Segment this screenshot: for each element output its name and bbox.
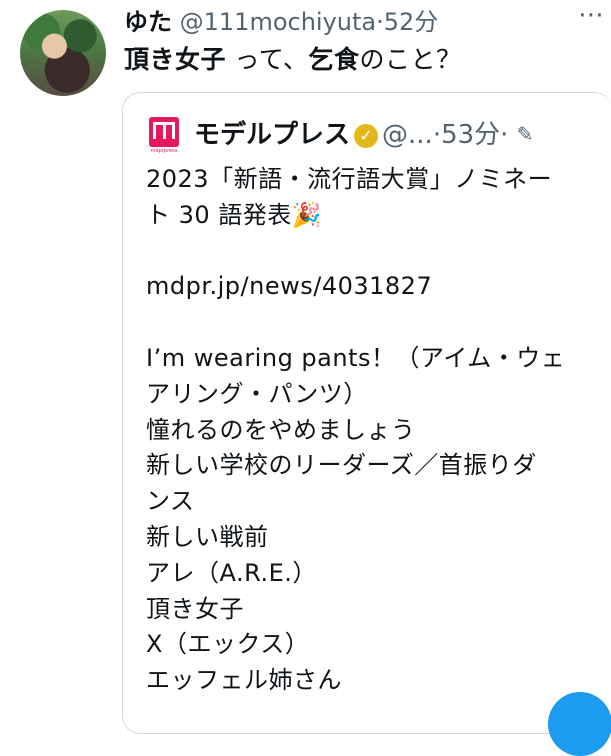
- display-name[interactable]: ゆた: [124, 8, 172, 36]
- separator-dot: ·: [500, 120, 509, 150]
- quoted-text-line: 2023「新語・流行語大賞」ノミネー: [146, 165, 553, 193]
- compose-tweet-button[interactable]: [548, 692, 611, 756]
- quoted-text-line: X（エックス）: [146, 630, 310, 659]
- quoted-text-line: ト 30 語発表🎉: [146, 200, 323, 229]
- quoted-text-line: [146, 305, 606, 341]
- logo-caption: mdprpress: [150, 148, 178, 154]
- user-avatar[interactable]: [20, 10, 106, 96]
- quoted-text-line: 新しい学校のリーダーズ／首振りダ: [146, 451, 537, 480]
- tweet-text: 頂き女子 って、乞食のこと？: [124, 40, 462, 76]
- quoted-text-line: アリング・パンツ）: [146, 379, 368, 408]
- quoted-text-line: アレ（A.R.E.）: [146, 558, 317, 587]
- separator-dot: ·: [432, 120, 442, 150]
- more-options-icon[interactable]: ⋯: [578, 0, 605, 30]
- tweet-text-part: のこと？: [359, 45, 462, 74]
- quoted-text-line: 憧れるのをやめましょう: [146, 415, 416, 444]
- tweet-text-part: 頂き女子: [124, 45, 227, 74]
- quoted-link[interactable]: mdpr.jp/news/4031827: [146, 269, 606, 305]
- user-handle[interactable]: @111mochiyuta: [180, 8, 376, 36]
- quoted-tweet-header: モデルプレス ✓ @...·53分· ✎: [194, 114, 533, 151]
- verified-badge-icon: ✓: [354, 124, 379, 148]
- quoted-text-line: 新しい戦前: [146, 522, 269, 551]
- quoted-text-line: [146, 234, 606, 270]
- separator-dot: ·: [376, 8, 384, 36]
- quoted-text-line: ンス: [146, 487, 195, 516]
- quoted-timestamp[interactable]: 53分: [441, 120, 500, 150]
- quoted-user-handle[interactable]: @...: [382, 120, 433, 150]
- quoted-display-name[interactable]: モデルプレス: [194, 120, 350, 150]
- tweet-text-part: って、: [226, 45, 309, 74]
- quoted-text-line: I’m wearing pants！（アイム・ウェ: [146, 343, 566, 372]
- quoted-text-line: 頂き女子: [146, 594, 244, 623]
- edit-pencil-icon: ✎: [516, 122, 534, 146]
- quoted-tweet-body: 2023「新語・流行語大賞」ノミネー ト 30 語発表🎉 mdpr.jp/new…: [146, 162, 606, 699]
- modelpress-logo-icon: [149, 117, 179, 147]
- timestamp[interactable]: 52分: [384, 8, 439, 36]
- tweet-header: ゆた @111mochiyuta·52分: [124, 2, 438, 37]
- tweet-text-part: 乞食: [308, 45, 360, 74]
- quoted-text-line: エッフェル姉さん: [146, 666, 342, 695]
